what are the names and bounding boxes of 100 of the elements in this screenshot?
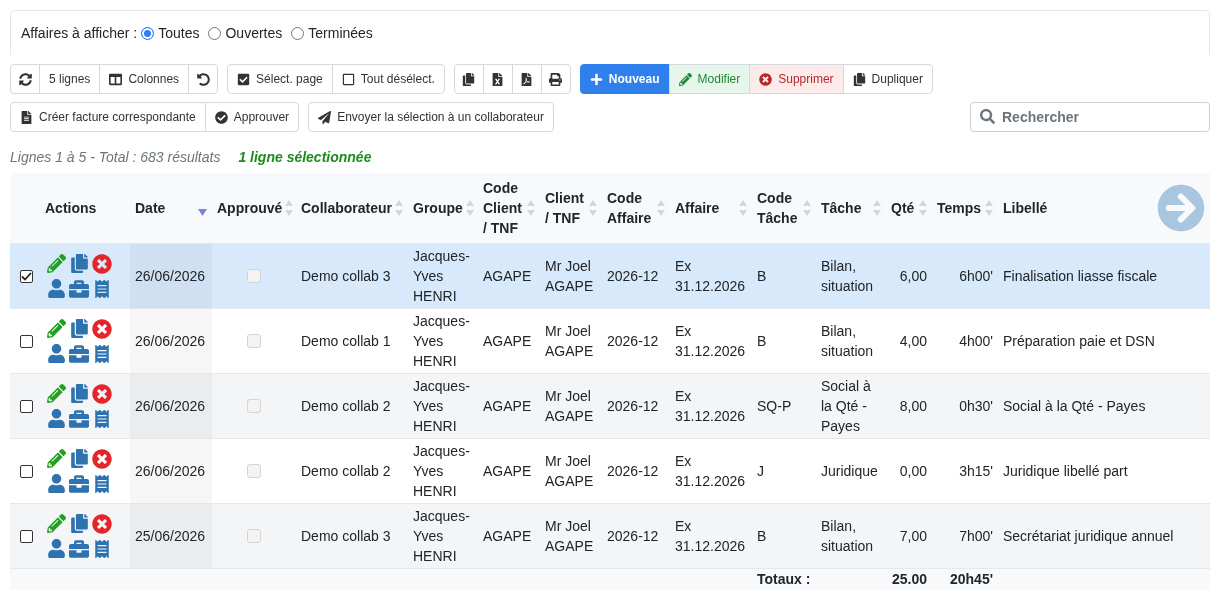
sort-descending-icon[interactable] xyxy=(198,208,207,216)
pencil-icon[interactable] xyxy=(46,514,66,533)
row-checkbox[interactable] xyxy=(20,464,33,478)
toolbar-button[interactable]: Nouveau xyxy=(579,64,670,94)
table-cell-text: SQ-P xyxy=(756,397,793,416)
column-header[interactable]: Temps xyxy=(937,198,993,218)
icon-button[interactable] xyxy=(10,64,40,94)
radio-button[interactable] xyxy=(291,26,305,40)
user-icon[interactable] xyxy=(46,344,66,363)
pencil-icon[interactable] xyxy=(46,254,66,273)
copy-icon[interactable] xyxy=(69,254,89,273)
table-cell-text: 25.00 xyxy=(890,570,928,589)
receipt-icon[interactable] xyxy=(93,474,111,493)
briefcase-icon[interactable] xyxy=(69,343,89,364)
receipt-icon[interactable] xyxy=(93,344,111,363)
toolbar-button[interactable]: Créer facture correspondante xyxy=(10,102,206,132)
table-cell-text: Jacques-Yves HENRI xyxy=(412,312,471,371)
column-header: Libellé xyxy=(1003,199,1048,218)
table-cell-text: Préparation paie et DSN xyxy=(1002,332,1156,351)
table-cell-text: AGAPE xyxy=(482,462,533,481)
radio-option[interactable]: Ouvertes xyxy=(208,25,283,41)
copy-icon xyxy=(852,72,866,86)
column-header[interactable]: Qté xyxy=(891,198,927,218)
icon-button[interactable] xyxy=(453,64,484,94)
pencil-icon[interactable] xyxy=(46,319,66,338)
receipt-icon[interactable] xyxy=(93,279,111,298)
table-cell-text: 2026-12 xyxy=(606,332,660,351)
user-icon[interactable] xyxy=(46,279,66,298)
pencil-icon[interactable] xyxy=(46,449,66,468)
table-cell-text: Jacques-Yves HENRI xyxy=(412,247,471,306)
receipt-icon[interactable] xyxy=(93,539,111,558)
icon-button[interactable] xyxy=(540,64,571,94)
column-header[interactable]: Tâche xyxy=(821,198,881,218)
column-header[interactable]: Affaire xyxy=(675,198,747,218)
briefcase-icon[interactable] xyxy=(69,408,89,429)
toolbar-button[interactable]: Colonnes xyxy=(99,64,190,94)
icon-button[interactable] xyxy=(188,64,219,94)
column-header[interactable]: Groupe xyxy=(413,198,474,218)
table-cell-text: B xyxy=(756,527,768,546)
row-checkbox[interactable] xyxy=(20,269,33,283)
row-checkbox[interactable] xyxy=(20,529,33,543)
table-cell-text: AGAPE xyxy=(482,267,533,286)
table-cell-text: J xyxy=(756,462,765,481)
toolbar-button[interactable]: Tout désélect. xyxy=(331,64,445,94)
column-header[interactable]: Collaborateur xyxy=(301,198,403,218)
empty-box-icon xyxy=(341,72,355,86)
table-cell: 26/06/2026 xyxy=(130,374,212,438)
table-cell-text: Ex 31.12.2026 xyxy=(674,517,747,556)
result-count: Lignes 1 à 5 - Total : 683 résultats xyxy=(10,148,221,166)
pencil-icon[interactable] xyxy=(46,384,66,403)
toolbar-button[interactable]: Modifier xyxy=(668,64,751,94)
table-cell-text: Mr Joel AGAPE xyxy=(544,517,595,556)
toolbar-button[interactable]: Sélect. page xyxy=(227,64,333,94)
table-cell-text: Demo collab 3 xyxy=(300,527,392,546)
copy-icon[interactable] xyxy=(69,449,89,468)
copy-icon[interactable] xyxy=(69,319,89,338)
toolbar-button[interactable]: Dupliquer xyxy=(842,64,933,94)
toolbar-button[interactable]: Supprimer xyxy=(749,64,844,94)
copy-icon[interactable] xyxy=(69,514,89,533)
column-header[interactable]: Client / TNF xyxy=(545,188,597,228)
toolbar-button[interactable]: Approuver xyxy=(204,102,300,132)
undo-icon xyxy=(196,72,210,86)
copy-icon xyxy=(462,72,476,86)
icon-button[interactable] xyxy=(511,64,542,94)
user-icon[interactable] xyxy=(46,409,66,428)
receipt-icon[interactable] xyxy=(93,409,111,428)
copy-icon[interactable] xyxy=(69,384,89,403)
radio-button[interactable] xyxy=(141,26,155,40)
radio-button[interactable] xyxy=(208,26,222,40)
icon-button[interactable] xyxy=(482,64,513,94)
column-header[interactable]: Code Client / TNF xyxy=(483,178,535,238)
table-cell-text: Demo collab 1 xyxy=(300,332,392,351)
table-cell-text: 2026-12 xyxy=(606,267,660,286)
table-cell-text: 8,00 xyxy=(898,397,928,416)
table-cell-text: Demo collab 2 xyxy=(300,462,392,481)
table-cell: 26/06/2026 xyxy=(130,309,212,373)
column-header[interactable]: Code Tâche xyxy=(757,188,811,228)
radio-option[interactable]: Toutes xyxy=(141,25,200,41)
column-header[interactable]: Code Affaire xyxy=(607,188,665,228)
column-header[interactable]: Date xyxy=(135,198,207,218)
user-icon[interactable] xyxy=(46,474,66,493)
row-checkbox[interactable] xyxy=(20,334,33,348)
plus-icon xyxy=(589,72,603,86)
user-icon[interactable] xyxy=(46,539,66,558)
briefcase-icon[interactable] xyxy=(69,278,89,299)
briefcase-icon[interactable] xyxy=(69,473,89,494)
search-field[interactable]: Rechercher xyxy=(970,102,1210,132)
radio-option[interactable]: Terminées xyxy=(291,25,373,41)
table-cell-text: 3h15' xyxy=(958,462,994,481)
table-cell-text: Jacques-Yves HENRI xyxy=(412,507,471,566)
table-cell-text: Social à la Qté - Payes xyxy=(820,377,872,436)
toolbar-button[interactable]: 5 lignes xyxy=(39,64,101,94)
pdf-file-icon xyxy=(520,72,534,86)
column-header[interactable]: Approuvé xyxy=(217,198,294,218)
briefcase-icon[interactable] xyxy=(69,538,89,559)
search-icon xyxy=(980,109,995,124)
row-checkbox[interactable] xyxy=(20,399,33,413)
toolbar-button[interactable]: Envoyer la sélection à un collaborateur xyxy=(308,102,554,132)
table-cell-text: 6,00 xyxy=(898,267,928,286)
table-cell: 26/06/2026 xyxy=(130,439,212,503)
